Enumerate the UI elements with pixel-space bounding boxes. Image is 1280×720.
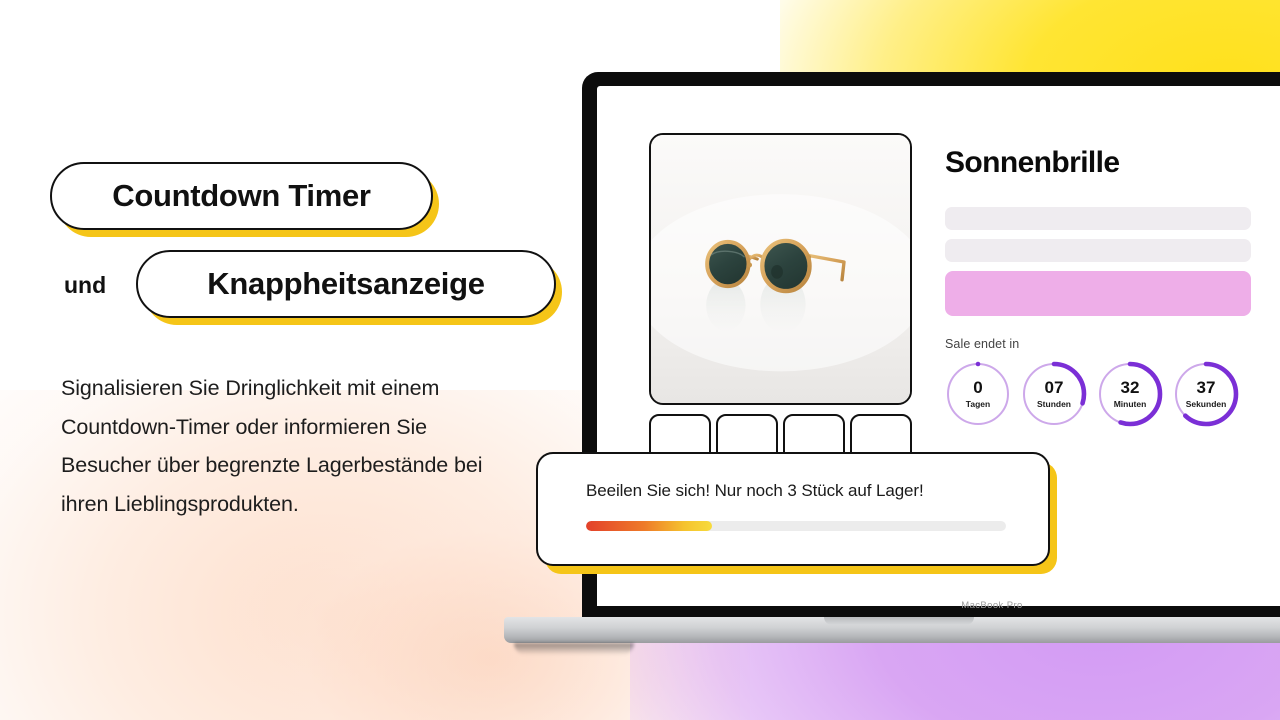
headline-column: Countdown Timer und Knappheitsanzeige Si… — [50, 150, 570, 516]
stock-progress-fill — [586, 521, 712, 531]
countdown-unit-hours: 07 Stunden — [1021, 361, 1087, 427]
stock-scarcity-banner: Beeilen Sie sich! Nur noch 3 Stück auf L… — [536, 452, 1050, 566]
countdown-label-seconds: Sekunden — [1185, 399, 1227, 410]
placeholder-line — [945, 207, 1251, 230]
countdown-unit-seconds: 37 Sekunden — [1173, 361, 1239, 427]
stock-progress-track — [586, 521, 1006, 531]
placeholder-line — [945, 239, 1251, 262]
sale-countdown-label: Sale endet in — [945, 337, 1020, 351]
countdown-unit-days: 0 Tagen — [945, 361, 1011, 427]
body-paragraph: Signalisieren Sie Dringlichkeit mit eine… — [61, 376, 483, 516]
headline-pill-countdown-timer: Countdown Timer — [50, 162, 433, 230]
countdown-timer: 0 Tagen 07 Stunden 32 Minuten 37 Sekunde… — [945, 361, 1255, 427]
countdown-unit-minutes: 32 Minuten — [1097, 361, 1163, 427]
stock-message: Beeilen Sie sich! Nur noch 3 Stück auf L… — [586, 481, 924, 500]
countdown-label-hours: Stunden — [1037, 399, 1071, 410]
headline-pill-scarcity-indicator-label: Knappheitsanzeige — [207, 266, 485, 301]
add-to-cart-button[interactable] — [945, 271, 1251, 316]
headline-pill-scarcity-indicator: Knappheitsanzeige — [136, 250, 556, 318]
product-hero-image[interactable] — [649, 133, 912, 405]
countdown-value-days: 0 — [973, 378, 983, 398]
sunglasses-icon — [651, 135, 910, 403]
laptop-shadow — [514, 643, 634, 655]
headline-pills: Countdown Timer und Knappheitsanzeige — [50, 150, 570, 318]
slide-canvas: Countdown Timer und Knappheitsanzeige Si… — [0, 0, 1280, 720]
headline-pill-countdown-timer-label: Countdown Timer — [112, 178, 371, 213]
product-title: Sonnenbrille — [945, 146, 1120, 179]
countdown-value-hours: 07 — [1044, 378, 1064, 398]
countdown-value-minutes: 32 — [1120, 378, 1140, 398]
laptop-base — [504, 617, 1280, 643]
countdown-value-seconds: 37 — [1196, 378, 1216, 398]
headline-conjunction: und — [64, 272, 107, 298]
laptop-model-label: MacBook Pro — [961, 600, 1023, 611]
countdown-label-days: Tagen — [965, 399, 991, 410]
countdown-label-minutes: Minuten — [1113, 399, 1147, 410]
